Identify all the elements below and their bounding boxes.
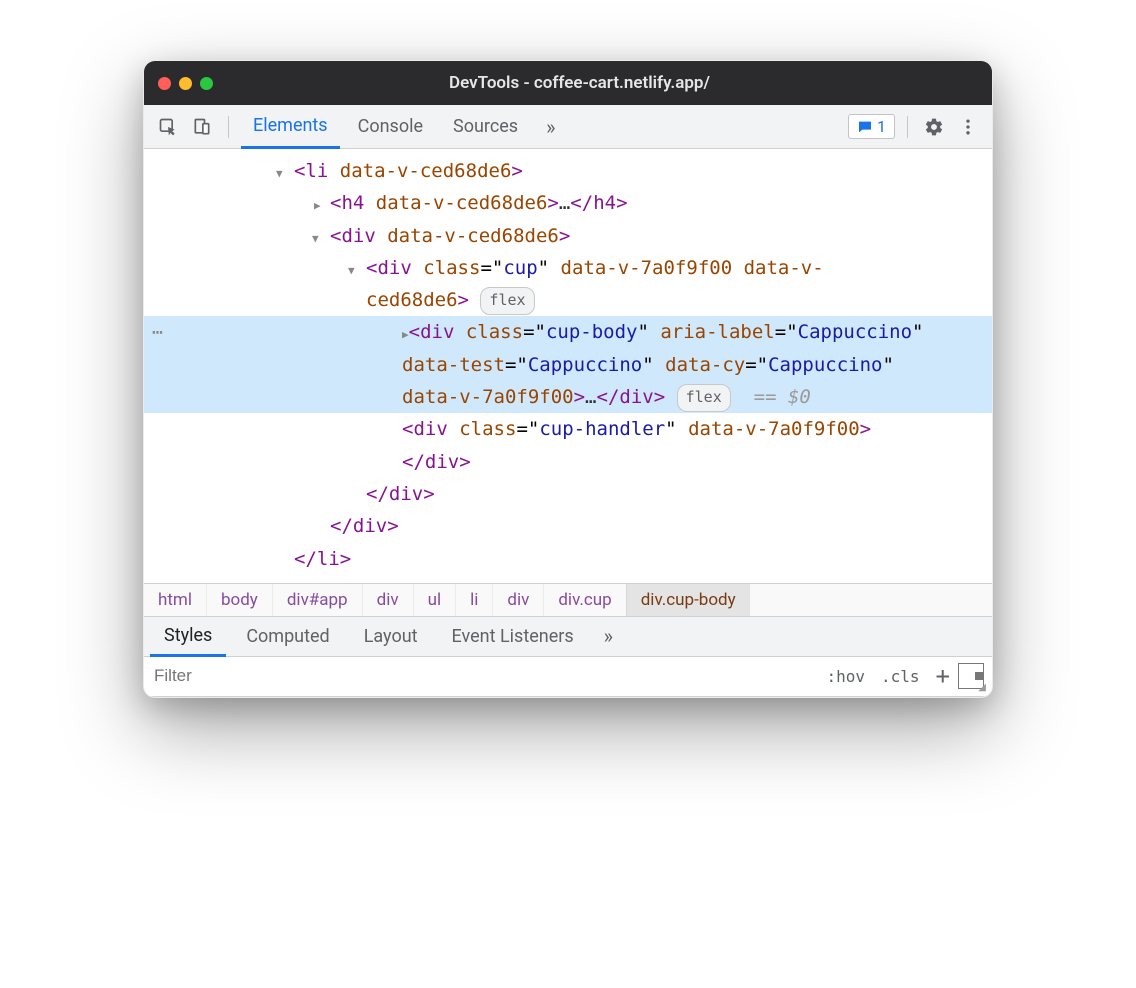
new-style-rule-icon[interactable]: + [928, 662, 958, 690]
cls-toggle[interactable]: .cls [873, 667, 928, 686]
more-styles-tabs-icon[interactable]: » [594, 624, 623, 648]
devtools-toolbar: Elements Console Sources » 1 [144, 105, 992, 149]
tab-styles[interactable]: Styles [150, 617, 226, 657]
more-tabs-icon[interactable]: » [536, 115, 565, 139]
minimize-window-button[interactable] [179, 77, 192, 90]
divider [228, 116, 229, 138]
devtools-window: DevTools - coffee-cart.netlify.app/ Elem… [143, 60, 993, 698]
window-title: DevTools - coffee-cart.netlify.app/ [221, 73, 978, 93]
tab-sources[interactable]: Sources [441, 105, 530, 149]
tree-node[interactable]: <div class="cup" data-v-7a0f9f00 data-v- [144, 252, 992, 284]
elements-tree[interactable]: <li data-v-ced68de6> <h4 data-v-ced68de6… [144, 149, 992, 584]
styles-filter-row: :hov .cls + [144, 657, 992, 697]
tab-console[interactable]: Console [346, 105, 435, 149]
crumb-html[interactable]: html [144, 584, 206, 616]
maximize-window-button[interactable] [200, 77, 213, 90]
crumb-ul[interactable]: ul [413, 584, 456, 616]
issues-count: 1 [877, 117, 886, 136]
tree-node[interactable]: </li> [144, 543, 992, 575]
tree-node[interactable]: <div data-v-ced68de6> [144, 220, 992, 252]
tree-node[interactable]: </div> [144, 478, 992, 510]
window-controls [158, 77, 213, 90]
tab-event-listeners[interactable]: Event Listeners [438, 618, 588, 655]
styles-tabs: Styles Computed Layout Event Listeners » [144, 617, 992, 657]
flex-badge[interactable]: flex [677, 384, 731, 412]
settings-icon[interactable] [920, 113, 948, 141]
hov-toggle[interactable]: :hov [818, 667, 873, 686]
tab-layout[interactable]: Layout [350, 618, 432, 655]
kebab-menu-icon[interactable] [954, 113, 982, 141]
tree-node[interactable]: <li data-v-ced68de6> [144, 155, 992, 187]
crumb-div2[interactable]: div [492, 584, 543, 616]
crumb-div[interactable]: div [362, 584, 413, 616]
issues-badge[interactable]: 1 [848, 114, 895, 139]
tree-node[interactable]: <div class="cup-handler" data-v-7a0f9f00… [144, 413, 992, 445]
crumb-li[interactable]: li [455, 584, 492, 616]
selected-node[interactable]: ⋯ <div class="cup-body" aria-label="Capp… [144, 316, 992, 413]
message-icon [857, 119, 873, 135]
crumb-cup-body[interactable]: div.cup-body [626, 584, 750, 616]
console-ref: == $0 [754, 386, 811, 408]
styles-filter-input[interactable] [144, 666, 818, 686]
titlebar: DevTools - coffee-cart.netlify.app/ [144, 61, 992, 105]
crumb-body[interactable]: body [206, 584, 272, 616]
breadcrumb: html body div#app div ul li div div.cup … [144, 584, 992, 617]
crumb-app[interactable]: div#app [272, 584, 362, 616]
tab-elements[interactable]: Elements [241, 105, 340, 149]
tree-node[interactable]: <h4 data-v-ced68de6>…</h4> [144, 187, 992, 219]
inspect-element-icon[interactable] [154, 113, 182, 141]
gutter-dots-icon[interactable]: ⋯ [152, 318, 163, 349]
divider [907, 116, 908, 138]
resize-handle-icon[interactable]: ◢ [978, 682, 986, 693]
crumb-cup[interactable]: div.cup [543, 584, 625, 616]
tree-node[interactable]: </div> [144, 510, 992, 542]
close-window-button[interactable] [158, 77, 171, 90]
flex-badge[interactable]: flex [480, 287, 534, 315]
tree-node[interactable]: </div> [144, 446, 992, 478]
tree-node[interactable]: ced68de6> flex [144, 284, 992, 316]
tab-computed[interactable]: Computed [232, 618, 343, 655]
device-toolbar-icon[interactable] [188, 113, 216, 141]
